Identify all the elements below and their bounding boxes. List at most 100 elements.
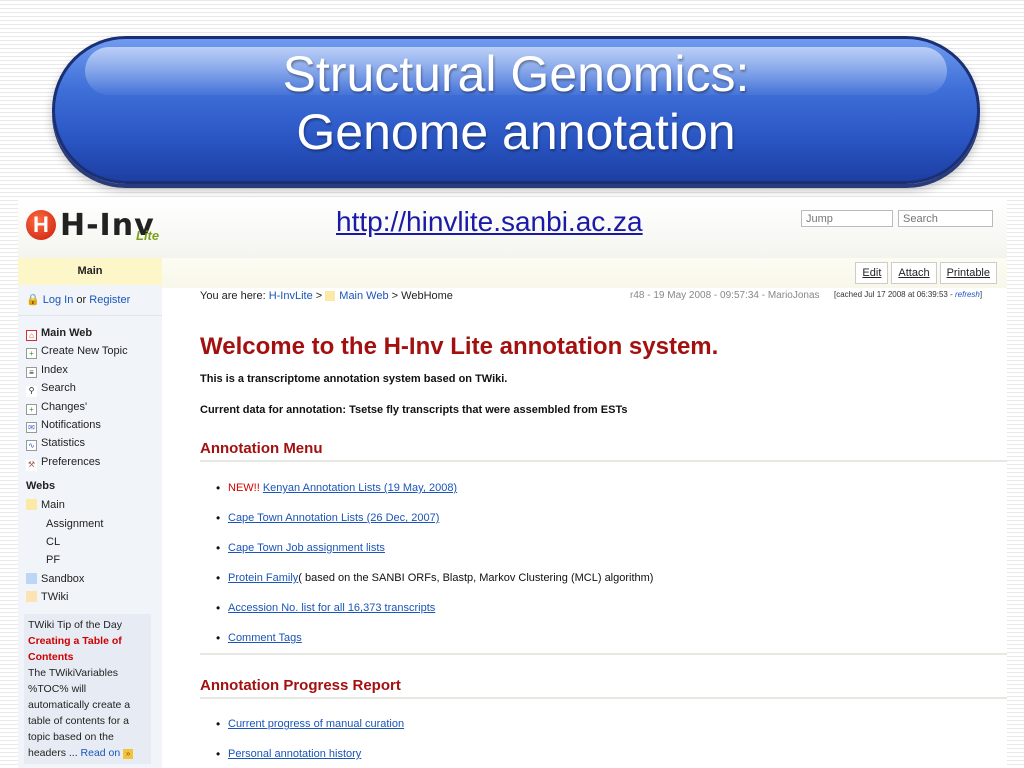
web-item-label: Assignment xyxy=(46,517,104,530)
sidebar-item-index[interactable]: ≡ Index xyxy=(18,361,162,379)
attach-button[interactable]: Attach xyxy=(891,262,937,284)
comment-tags-link[interactable]: Comment Tags xyxy=(228,632,302,644)
webs-heading: Webs xyxy=(26,480,56,493)
sidebar-item-label: Changes' xyxy=(41,400,88,413)
search-icon: ⚲ xyxy=(26,386,37,398)
web-item-label: PF xyxy=(46,554,61,567)
cape-town-lists-link[interactable]: Cape Town Annotation Lists (26 Dec, 2007… xyxy=(228,512,439,524)
notifications-icon: ✉ xyxy=(26,421,37,433)
web-item-pf[interactable]: PF xyxy=(18,551,162,569)
sidebar-item-main-web[interactable]: ⌂ Main Web xyxy=(18,324,162,342)
sidebar-item-label: Index xyxy=(41,363,68,376)
sidebar-item-preferences[interactable]: ⚒ Preferences xyxy=(18,453,162,471)
breadcrumb-separator: > xyxy=(312,290,326,302)
list-item: Personal annotation history xyxy=(216,747,361,761)
sidebar-item-label: Statistics xyxy=(41,437,86,450)
list-item: Protein Family( based on the SANBI ORFs,… xyxy=(216,571,654,585)
list-item: Comment Tags xyxy=(216,631,302,645)
web-color-square xyxy=(325,291,336,301)
changes-icon: + xyxy=(26,403,37,415)
web-item-assignment[interactable]: Assignment xyxy=(18,515,162,533)
web-item-label: CL xyxy=(46,535,61,548)
sidebar-main-heading: Main xyxy=(18,258,162,285)
index-icon: ≡ xyxy=(26,366,37,378)
web-item-label: TWiki xyxy=(41,591,69,604)
slide-title-line1: Structural Genomics: xyxy=(282,46,750,102)
sidebar-item-label: Create New Topic xyxy=(41,345,128,358)
web-item-cl[interactable]: CL xyxy=(18,533,162,551)
progress-report-heading: Annotation Progress Report xyxy=(200,677,401,694)
refresh-link[interactable]: refresh xyxy=(955,290,980,299)
kenyan-lists-link[interactable]: Kenyan Annotation Lists (19 May, 2008) xyxy=(263,482,457,494)
current-data-text: Current data for annotation: Tsetse fly … xyxy=(200,404,628,416)
sidebar-item-changes[interactable]: + Changes' xyxy=(18,398,162,416)
logo-lite-badge: Lite xyxy=(136,228,160,243)
breadcrumb: You are here: H-InvLite > Main Web > Web… xyxy=(200,290,1007,306)
search-input[interactable] xyxy=(898,210,993,227)
login-link[interactable]: Log In xyxy=(43,294,74,306)
slide-title-line2: Genome annotation xyxy=(296,104,736,160)
protein-family-link[interactable]: Protein Family xyxy=(228,572,298,584)
content-top-bar: Edit Attach Printable xyxy=(162,258,1007,288)
curation-progress-link[interactable]: Current progress of manual curation xyxy=(228,718,404,730)
slide-title: Structural Genomics: Genome annotation xyxy=(55,45,977,161)
sidebar-item-create-new-topic[interactable]: + Create New Topic xyxy=(18,342,162,360)
page-title: Welcome to the H-Inv Lite annotation sys… xyxy=(200,333,719,360)
preferences-icon: ⚒ xyxy=(26,459,37,471)
login-or-text: or xyxy=(73,294,90,306)
jump-input[interactable] xyxy=(801,210,893,227)
web-item-main[interactable]: Main xyxy=(18,496,162,514)
breadcrumb-main-web[interactable]: Main Web xyxy=(339,290,388,302)
breadcrumb-current: WebHome xyxy=(401,290,453,302)
web-item-twiki[interactable]: TWiki xyxy=(18,588,162,606)
cape-town-job-link[interactable]: Cape Town Job assignment lists xyxy=(228,542,385,554)
sidebar-item-notifications[interactable]: ✉ Notifications xyxy=(18,416,162,434)
site-url-link[interactable]: http://hinvlite.sanbi.ac.za xyxy=(336,206,643,238)
tip-of-the-day: TWiki Tip of the Day Creating a Table of… xyxy=(24,614,151,765)
divider xyxy=(200,697,1007,699)
divider xyxy=(200,653,1007,655)
home-icon: ⌂ xyxy=(26,330,37,341)
main-content: Edit Attach Printable You are here: H-In… xyxy=(162,258,1007,768)
cache-suffix: ] xyxy=(979,290,983,299)
printable-button[interactable]: Printable xyxy=(939,262,997,284)
sidebar-item-statistics[interactable]: ∿ Statistics xyxy=(18,434,162,452)
web-item-label: Sandbox xyxy=(41,572,85,585)
tip-heading: TWiki Tip of the Day xyxy=(28,619,122,632)
twiki-screenshot: H H-Inv Lite http://hinvlite.sanbi.ac.za… xyxy=(18,198,1007,768)
revision-info: r48 - 19 May 2008 - 09:57:34 - MarioJona… xyxy=(630,290,820,301)
web-color-square xyxy=(26,591,37,603)
read-on-link[interactable]: Read on xyxy=(81,747,121,759)
sidebar-item-label: Main Web xyxy=(41,327,93,339)
protein-family-note: ( based on the SANBI ORFs, Blastp, Marko… xyxy=(298,572,654,584)
list-item: Cape Town Job assignment lists xyxy=(216,541,385,555)
breadcrumb-hinvlite[interactable]: H-InvLite xyxy=(269,290,313,302)
edit-button[interactable]: Edit xyxy=(855,262,889,284)
web-item-sandbox[interactable]: Sandbox xyxy=(18,570,162,588)
left-sidebar: Main 🔒 Log In or Register ⌂ Main Web + Cre… xyxy=(18,258,162,768)
cache-info: [cached Jul 17 2008 at 06:39:53 - refres… xyxy=(834,290,982,299)
new-badge: NEW!! xyxy=(228,482,260,494)
read-on-arrow-icon[interactable]: » xyxy=(123,749,134,760)
accession-list-link[interactable]: Accession No. list for all 16,373 transc… xyxy=(228,602,435,614)
list-item: NEW!! Kenyan Annotation Lists (19 May, 2… xyxy=(216,481,457,495)
sidebar-item-label: Notifications xyxy=(41,418,101,431)
breadcrumb-separator: > xyxy=(388,290,402,302)
lock-icon: 🔒 xyxy=(26,294,40,306)
annotation-menu-heading: Annotation Menu xyxy=(200,440,323,457)
sidebar-item-label: Preferences xyxy=(41,455,101,468)
divider xyxy=(200,460,1007,462)
list-item: Current progress of manual curation xyxy=(216,717,404,731)
sidebar-item-search[interactable]: ⚲ Search xyxy=(18,379,162,398)
title-banner: Structural Genomics: Genome annotation xyxy=(52,36,980,184)
breadcrumb-prefix: You are here: xyxy=(200,290,269,302)
cache-prefix: [cached Jul 17 2008 at 06:39:53 - xyxy=(834,290,955,299)
register-link[interactable]: Register xyxy=(89,294,130,306)
web-color-square xyxy=(26,572,37,584)
tip-title[interactable]: Creating a Table of Contents xyxy=(28,633,147,665)
sidebar-item-label: Search xyxy=(41,382,76,395)
annotation-history-link[interactable]: Personal annotation history xyxy=(228,748,361,760)
new-topic-icon: + xyxy=(26,348,37,360)
sidebar-nav: ⌂ Main Web + Create New Topic ≡ Index ⚲ Sear… xyxy=(18,324,162,471)
webs-list: Main Assignment CL PF Sandbox TWiki xyxy=(18,496,162,606)
